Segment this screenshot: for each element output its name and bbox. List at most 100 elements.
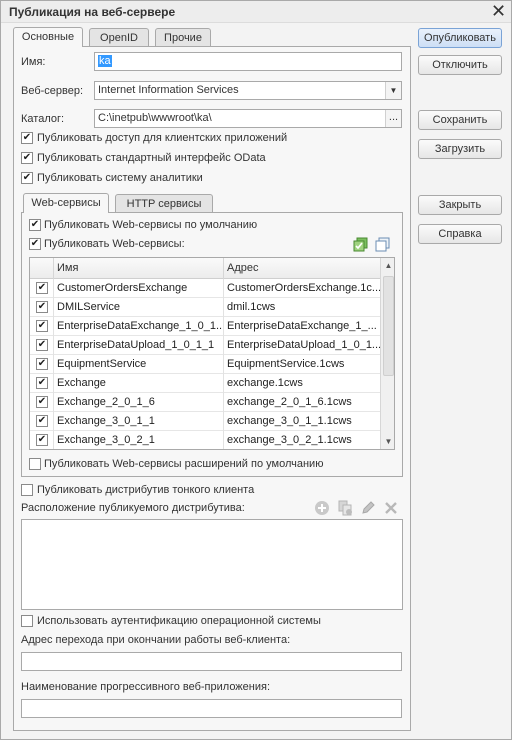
- row-check-cell: ✔: [30, 298, 54, 317]
- tab-openid[interactable]: OpenID: [89, 28, 149, 47]
- pwa-name-label: Наименование прогрессивного веб-приложен…: [21, 681, 271, 693]
- row-checkbox[interactable]: ✔: [36, 396, 48, 408]
- chevron-down-icon[interactable]: ▼: [385, 82, 401, 99]
- row-address-cell: exchange_2_0_1_6.1cws: [227, 396, 352, 408]
- row-address-cell: CustomerOrdersExchange.1c...: [227, 282, 380, 294]
- row-name-cell: CustomerOrdersExchange: [54, 279, 224, 298]
- name-column-header[interactable]: Имя: [54, 258, 224, 279]
- tab-http-services[interactable]: HTTP сервисы: [115, 194, 213, 213]
- add-icon[interactable]: [314, 500, 330, 516]
- row-check-cell: ✔: [30, 412, 54, 431]
- webserver-select[interactable]: Internet Information Services: [94, 81, 402, 100]
- thin-client-label: Публиковать дистрибутив тонкого клиента: [37, 484, 255, 496]
- table-header: Имя Адрес: [30, 258, 380, 279]
- row-name-cell: EnterpriseDataUpload_1_0_1_1: [54, 336, 224, 355]
- os-auth-checkbox[interactable]: [21, 615, 33, 627]
- row-checkbox[interactable]: ✔: [36, 320, 48, 332]
- odata-checkbox[interactable]: ✔: [21, 152, 33, 164]
- browse-button[interactable]: ...: [385, 110, 401, 127]
- address-column-header[interactable]: Адрес: [224, 258, 380, 279]
- name-value: ka: [98, 55, 112, 67]
- exit-address-field[interactable]: [21, 652, 402, 671]
- row-check-cell: ✔: [30, 317, 54, 336]
- close-button[interactable]: Закрыть: [418, 195, 502, 215]
- catalog-label: Каталог:: [21, 113, 65, 125]
- scroll-up-icon[interactable]: ▲: [381, 258, 394, 273]
- distrib-label: Расположение публикуемого дистрибутива:: [21, 502, 245, 514]
- row-name-cell: EquipmentService: [54, 355, 224, 374]
- webserver-label: Веб-сервер:: [21, 85, 84, 97]
- table-row[interactable]: ✔ Exchange_3_0_2_1 exchange_3_0_2_1.1cws: [30, 431, 380, 449]
- scroll-down-icon[interactable]: ▼: [381, 434, 394, 449]
- web-services-table[interactable]: Имя Адрес ✔ CustomerOrdersExchange Custome…: [29, 257, 395, 450]
- disable-button[interactable]: Отключить: [418, 55, 502, 75]
- row-checkbox[interactable]: ✔: [36, 301, 48, 313]
- row-check-cell: ✔: [30, 393, 54, 412]
- row-check-cell: ✔: [30, 374, 54, 393]
- table-row[interactable]: ✔ CustomerOrdersExchange CustomerOrdersExc…: [30, 279, 380, 298]
- row-address-cell: exchange_3_0_2_1.1cws: [227, 434, 352, 446]
- row-checkbox[interactable]: ✔: [36, 358, 48, 370]
- row-address-cell: dmil.1cws: [227, 301, 276, 313]
- odata-label: Публиковать стандартный интерфейс OData: [37, 152, 266, 164]
- row-checkbox[interactable]: ✔: [36, 415, 48, 427]
- row-checkbox[interactable]: ✔: [36, 282, 48, 294]
- publication-dialog: Публикация на веб-сервере ✕ Основные Ope…: [0, 0, 512, 740]
- check-column-header: [30, 258, 54, 279]
- ws-publish-checkbox[interactable]: ✔: [29, 238, 41, 250]
- webserver-value: Internet Information Services: [98, 84, 239, 96]
- row-name-cell: Exchange_3_0_2_1: [54, 431, 224, 449]
- delete-icon[interactable]: [383, 500, 399, 516]
- row-checkbox[interactable]: ✔: [36, 377, 48, 389]
- help-button[interactable]: Справка: [418, 224, 502, 244]
- check-all-icon[interactable]: [353, 237, 369, 253]
- tab-web-services[interactable]: Web-сервисы: [23, 193, 109, 213]
- catalog-field[interactable]: C:\inetpub\wwwroot\ka\: [94, 109, 402, 128]
- distrib-location-area[interactable]: [21, 519, 403, 610]
- row-address-cell: exchange.1cws: [227, 377, 303, 389]
- scroll-thumb[interactable]: [383, 276, 394, 376]
- row-address-cell: EnterpriseDataExchange_1_...: [227, 320, 377, 332]
- row-address-cell: EquipmentService.1cws: [227, 358, 345, 370]
- ws-default-checkbox[interactable]: ✔: [29, 219, 41, 231]
- client-access-checkbox[interactable]: ✔: [21, 132, 33, 144]
- thin-client-checkbox[interactable]: [21, 484, 33, 496]
- pwa-name-field[interactable]: [21, 699, 402, 718]
- name-field[interactable]: ka: [94, 52, 402, 71]
- row-checkbox[interactable]: ✔: [36, 434, 48, 446]
- analytics-label: Публиковать систему аналитики: [37, 172, 203, 184]
- publish-button[interactable]: Опубликовать: [418, 28, 502, 48]
- row-address-cell: exchange_3_0_1_1.1cws: [227, 415, 352, 427]
- row-name-cell: Exchange_3_0_1_1: [54, 412, 224, 431]
- table-row[interactable]: ✔ EnterpriseDataExchange_1_0_1... Enterpri…: [30, 317, 380, 336]
- edit-icon[interactable]: [360, 500, 376, 516]
- copy-icon[interactable]: [337, 500, 353, 516]
- row-name-cell: EnterpriseDataExchange_1_0_1...: [54, 317, 224, 336]
- analytics-checkbox[interactable]: ✔: [21, 172, 33, 184]
- row-checkbox[interactable]: ✔: [36, 339, 48, 351]
- ws-ext-default-label: Публиковать Web-сервисы расширений по ум…: [44, 458, 324, 470]
- close-icon[interactable]: ✕: [491, 1, 506, 21]
- uncheck-all-icon[interactable]: [375, 237, 391, 253]
- table-scrollbar[interactable]: ▲ ▼: [380, 258, 394, 449]
- row-address-cell: EnterpriseDataUpload_1_0_1...: [227, 339, 380, 351]
- client-access-label: Публиковать доступ для клиентских прилож…: [37, 132, 288, 144]
- table-row[interactable]: ✔ DMILService dmil.1cws: [30, 298, 380, 317]
- catalog-value: C:\inetpub\wwwroot\ka\: [98, 112, 212, 124]
- table-row[interactable]: ✔ EnterpriseDataUpload_1_0_1_1 EnterpriseD…: [30, 336, 380, 355]
- ws-publish-label: Публиковать Web-сервисы:: [44, 238, 185, 250]
- table-row[interactable]: ✔ Exchange_2_0_1_6 exchange_2_0_1_6.1cws: [30, 393, 380, 412]
- ws-ext-default-checkbox[interactable]: [29, 458, 41, 470]
- save-button[interactable]: Сохранить: [418, 110, 502, 130]
- table-row[interactable]: ✔ Exchange exchange.1cws: [30, 374, 380, 393]
- tab-main[interactable]: Основные: [13, 27, 83, 47]
- exit-address-label: Адрес перехода при окончании работы веб-…: [21, 634, 291, 646]
- row-check-cell: ✔: [30, 355, 54, 374]
- load-button[interactable]: Загрузить: [418, 139, 502, 159]
- ws-default-label: Публиковать Web-сервисы по умолчанию: [44, 219, 258, 231]
- tab-other[interactable]: Прочие: [155, 28, 211, 47]
- row-name-cell: Exchange_2_0_1_6: [54, 393, 224, 412]
- table-row[interactable]: ✔ Exchange_3_0_1_1 exchange_3_0_1_1.1cws: [30, 412, 380, 431]
- table-row[interactable]: ✔ EquipmentService EquipmentService.1cws: [30, 355, 380, 374]
- row-check-cell: ✔: [30, 431, 54, 449]
